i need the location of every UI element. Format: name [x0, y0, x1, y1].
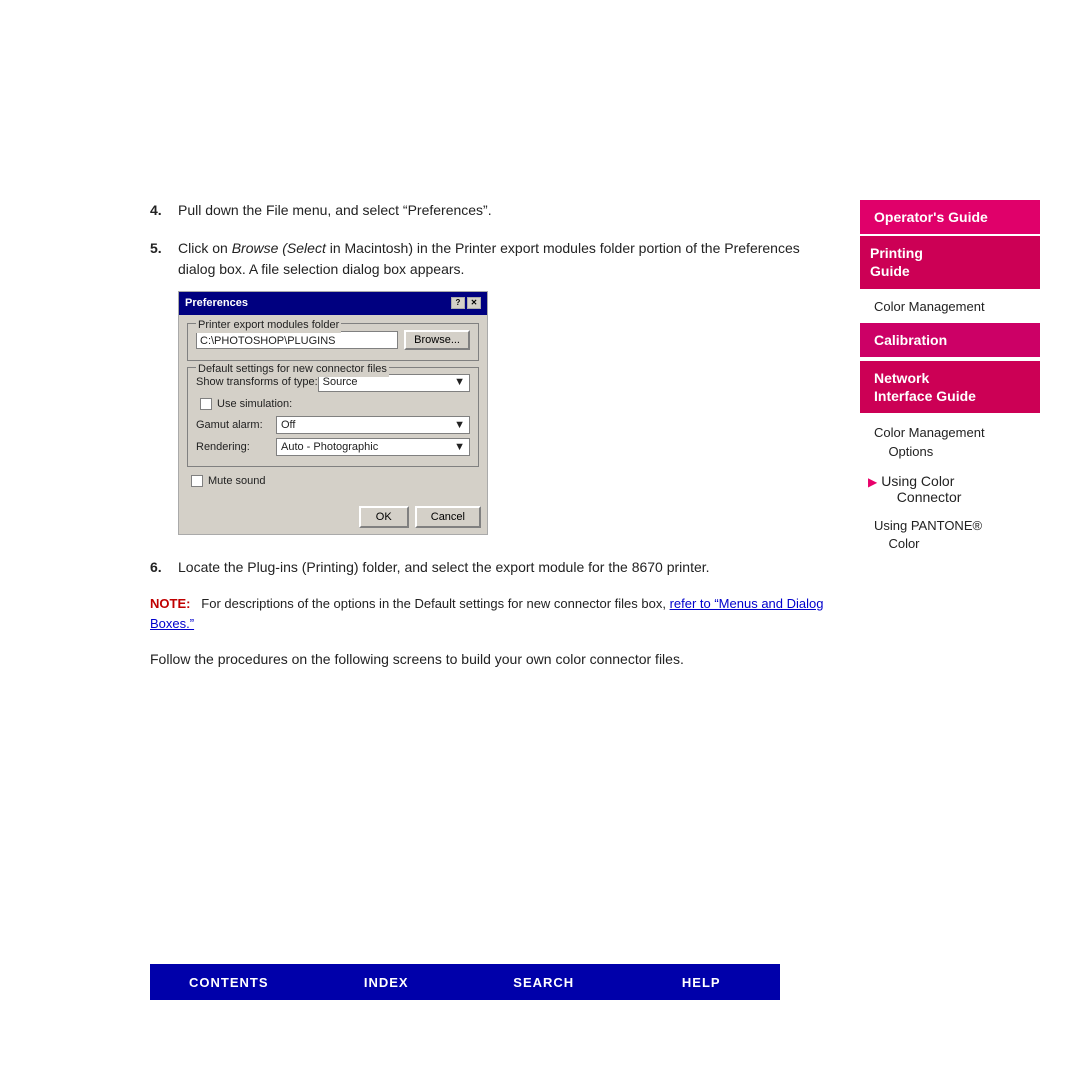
use-simulation-checkbox[interactable]	[200, 398, 212, 410]
right-sidebar: Operator's Guide PrintingGuide Color Man…	[860, 200, 1040, 964]
nav-help[interactable]: HELP	[623, 964, 781, 1000]
sidebar-item-color-management[interactable]: Color Management	[860, 293, 1040, 321]
step-5: 5. Click on Browse (Select in Macintosh)…	[150, 238, 830, 545]
dialog-body: Printer export modules folder C:\PHOTOSH…	[179, 315, 487, 502]
use-simulation-row: Use simulation:	[196, 396, 470, 413]
step-4-number: 4.	[150, 200, 178, 222]
nav-contents-label: CONTENTS	[189, 975, 269, 990]
dialog-help-btn[interactable]: ?	[451, 297, 465, 309]
mute-sound-row: Mute sound	[187, 473, 479, 490]
dialog-footer: OK Cancel	[179, 502, 487, 534]
mute-sound-checkbox[interactable]	[191, 475, 203, 487]
note-text: For descriptions of the options in the D…	[194, 596, 669, 611]
calibration-label: Calibration	[874, 332, 947, 348]
rendering-select[interactable]: Auto - Photographic ▼	[276, 438, 470, 456]
group2-label: Default settings for new connector files	[196, 361, 389, 378]
step-6: 6. Locate the Plug-ins (Printing) folder…	[150, 557, 830, 579]
operators-guide-label: Operator's Guide	[874, 209, 988, 225]
sidebar-item-operators-guide[interactable]: Operator's Guide	[860, 200, 1040, 234]
ok-button[interactable]: OK	[359, 506, 409, 528]
nav-search-label: SEARCH	[513, 975, 574, 990]
network-guide-label: NetworkInterface Guide	[874, 370, 976, 404]
path-input[interactable]: C:\PHOTOSHOP\PLUGINS	[196, 331, 398, 349]
nav-index[interactable]: INDEX	[308, 964, 466, 1000]
using-color-connector-label: Using Color Connector	[881, 473, 961, 505]
step-4: 4. Pull down the File menu, and select “…	[150, 200, 830, 222]
nav-contents[interactable]: CONTENTS	[150, 964, 308, 1000]
nav-index-label: INDEX	[364, 975, 409, 990]
dialog-titlebar-buttons: ? ✕	[451, 297, 481, 309]
color-management-label: Color Management	[874, 299, 985, 314]
dialog-title: Preferences	[185, 295, 248, 312]
printing-guide-tab[interactable]: PrintingGuide	[860, 236, 1040, 288]
network-guide-tab[interactable]: NetworkInterface Guide	[860, 361, 1040, 413]
group1-label: Printer export modules folder	[196, 317, 341, 334]
dialog-close-btn[interactable]: ✕	[467, 297, 481, 309]
dialog-group-defaults: Default settings for new connector files…	[187, 367, 479, 468]
bottom-nav-bar: CONTENTS INDEX SEARCH HELP	[150, 964, 780, 1000]
sidebar-item-printing-guide[interactable]: PrintingGuide	[860, 236, 1040, 288]
sidebar-item-calibration[interactable]: Calibration	[860, 323, 1040, 357]
sidebar-item-color-mgmt-options[interactable]: Color Management Options	[860, 419, 1040, 465]
follow-text: Follow the procedures on the following s…	[150, 649, 830, 671]
nav-help-label: HELP	[682, 975, 721, 990]
page-wrapper: 4. Pull down the File menu, and select “…	[0, 0, 1080, 1080]
note-label: NOTE:	[150, 596, 190, 611]
bottom-wrapper: CONTENTS INDEX SEARCH HELP	[0, 964, 1080, 1000]
browse-button[interactable]: Browse...	[404, 330, 470, 350]
using-pantone-label: Using PANTONE® Color	[874, 518, 982, 551]
left-content: 4. Pull down the File menu, and select “…	[150, 200, 860, 964]
cancel-button[interactable]: Cancel	[415, 506, 481, 528]
color-mgmt-options-label: Color Management Options	[874, 425, 985, 458]
use-simulation-label: Use simulation:	[217, 396, 292, 413]
dialog-group-modules: Printer export modules folder C:\PHOTOSH…	[187, 323, 479, 361]
gamut-alarm-label: Gamut alarm:	[196, 417, 276, 434]
sidebar-item-network-guide[interactable]: NetworkInterface Guide	[860, 361, 1040, 413]
gamut-alarm-row: Gamut alarm: Off ▼	[196, 416, 470, 434]
nav-search[interactable]: SEARCH	[465, 964, 623, 1000]
preferences-dialog: Preferences ? ✕ Printer export modules f…	[178, 291, 488, 535]
printing-guide-label: PrintingGuide	[870, 245, 923, 279]
arrow-icon: ▶	[868, 475, 877, 489]
rendering-label: Rendering:	[196, 439, 276, 456]
gamut-alarm-select[interactable]: Off ▼	[276, 416, 470, 434]
main-content: 4. Pull down the File menu, and select “…	[0, 200, 1080, 964]
step-5-number: 5.	[150, 238, 178, 281]
step-4-text: Pull down the File menu, and select “Pre…	[178, 200, 492, 222]
step-5-text: Click on Browse (Select in Macintosh) in…	[178, 238, 830, 281]
rendering-row: Rendering: Auto - Photographic ▼	[196, 438, 470, 456]
top-space	[0, 0, 1080, 200]
step-6-number: 6.	[150, 557, 178, 579]
step-6-text: Locate the Plug-ins (Printing) folder, a…	[178, 557, 710, 579]
sidebar-item-using-color-connector[interactable]: ▶ Using Color Connector	[860, 468, 1040, 510]
operators-guide-tab[interactable]: Operator's Guide	[860, 200, 1040, 234]
calibration-tab[interactable]: Calibration	[860, 323, 1040, 357]
sidebar-item-using-pantone[interactable]: Using PANTONE® Color	[860, 512, 1040, 558]
dialog-titlebar: Preferences ? ✕	[179, 292, 487, 315]
mute-sound-label: Mute sound	[208, 473, 265, 490]
note-section: NOTE: For descriptions of the options in…	[150, 594, 830, 634]
